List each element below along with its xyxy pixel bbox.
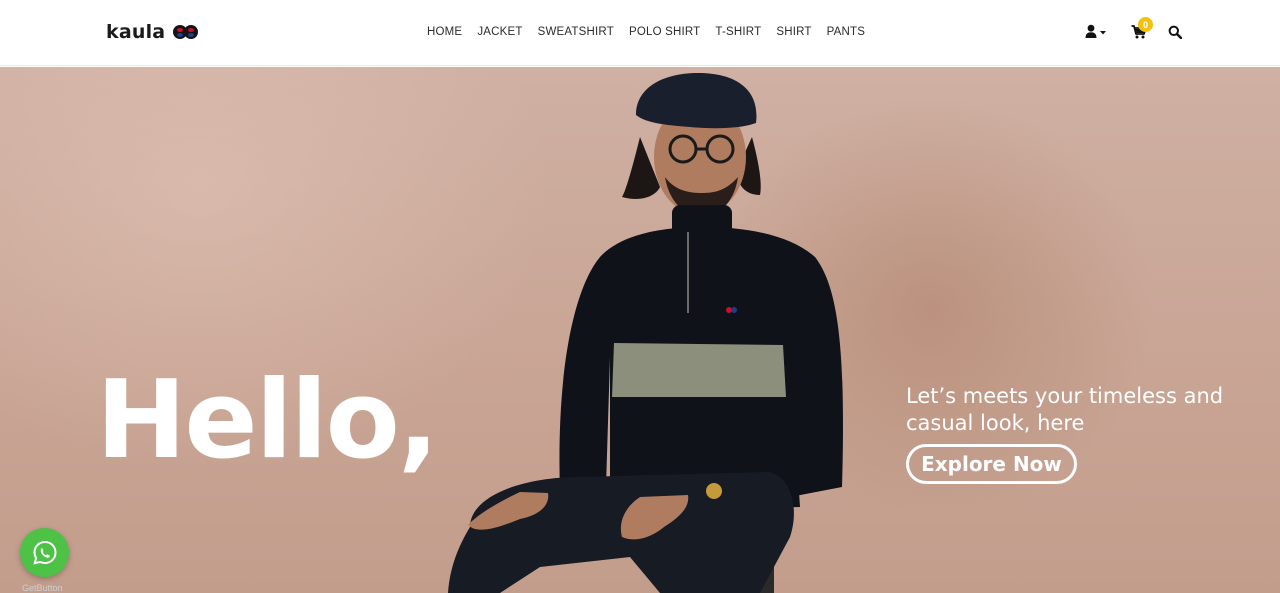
nav-item-polo-shirt[interactable]: POLO SHIRT [629,26,700,38]
cart-count-badge: 0 [1138,17,1153,32]
hero-model-image [448,73,843,593]
nav-item-sweatshirt[interactable]: SWEATSHIRT [538,26,614,38]
explore-now-button[interactable]: Explore Now [906,444,1077,484]
nav-item-jacket[interactable]: JACKET [477,26,522,38]
user-icon [1085,24,1106,38]
brand-logo[interactable]: kaula [106,21,199,43]
nav-item-pants[interactable]: PANTS [827,26,866,38]
hero-headline: Hello, [96,358,439,483]
nav-item-shirt[interactable]: SHIRT [776,26,811,38]
main-nav: HOME JACKET SWEATSHIRT POLO SHIRT T-SHIR… [427,26,865,38]
nav-item-t-shirt[interactable]: T-SHIRT [715,26,761,38]
hero-banner: Hello, Let’s meets your timeless and cas… [0,67,1280,593]
account-dropdown[interactable] [1085,22,1107,42]
whatsapp-chat-button[interactable] [20,528,69,577]
getbutton-label[interactable]: GetButton [22,583,63,593]
header-tools: 0 [1084,17,1194,44]
brand-name[interactable]: kaula [106,21,165,43]
nav-item-home[interactable]: HOME [427,26,462,38]
search-button[interactable] [1168,22,1182,42]
search-icon [1168,25,1182,39]
site-header: kaula HOME JACKET SWEATSHIRT POLO SHIRT … [0,0,1280,66]
brand-mark-icon [173,24,199,40]
whatsapp-icon [32,540,57,565]
hero-tagline: Let’s meets your timeless and casual loo… [906,384,1224,435]
